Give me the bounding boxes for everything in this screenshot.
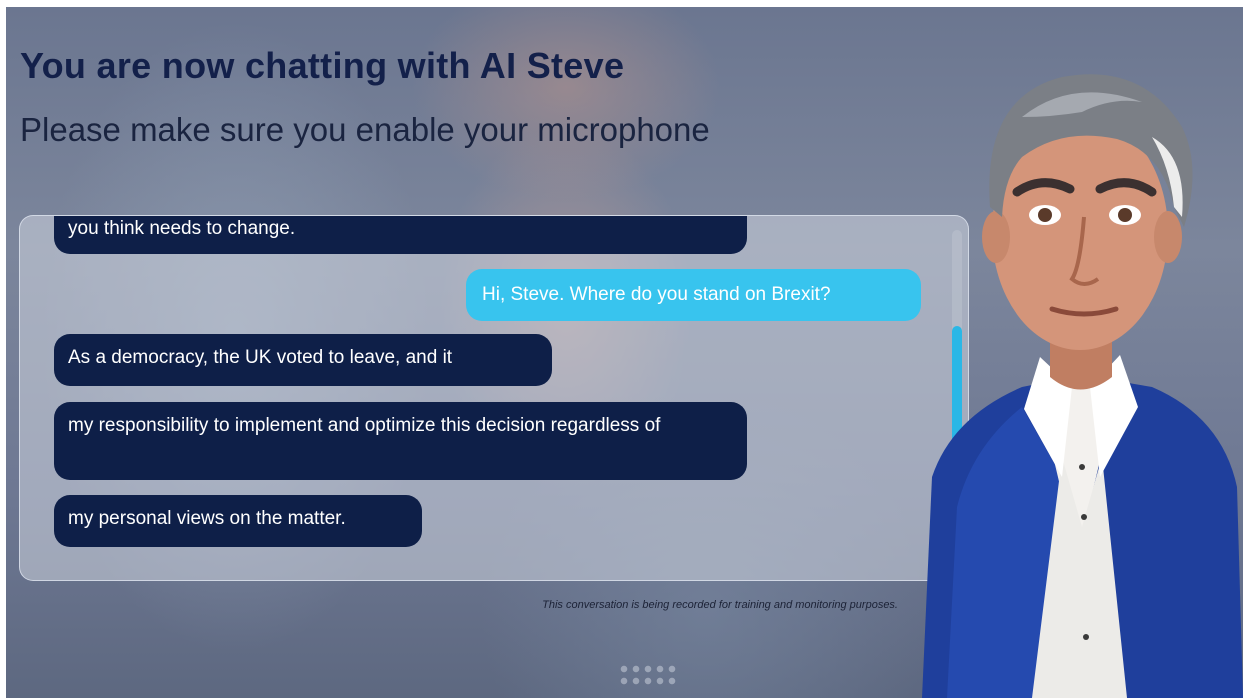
ai-steve-avatar — [912, 57, 1243, 698]
bot-message: my personal views on the matter. — [54, 495, 422, 547]
microphone-instruction: Please make sure you enable your microph… — [20, 111, 710, 148]
page-title: You are now chatting with AI Steve — [20, 45, 625, 86]
user-message: Hi, Steve. Where do you stand on Brexit? — [466, 269, 921, 321]
chat-screen: You are now chatting with AI Steve Pleas… — [6, 7, 1243, 698]
bot-message: my responsibility to implement and optim… — [54, 402, 747, 480]
recording-notice: This conversation is being recorded for … — [542, 599, 898, 611]
bot-message: you think needs to change. — [54, 216, 747, 254]
bot-message: As a democracy, the UK voted to leave, a… — [54, 334, 552, 386]
chat-panel[interactable]: you think needs to change. Hi, Steve. Wh… — [19, 215, 969, 581]
microphone-indicator-icon — [618, 663, 680, 689]
